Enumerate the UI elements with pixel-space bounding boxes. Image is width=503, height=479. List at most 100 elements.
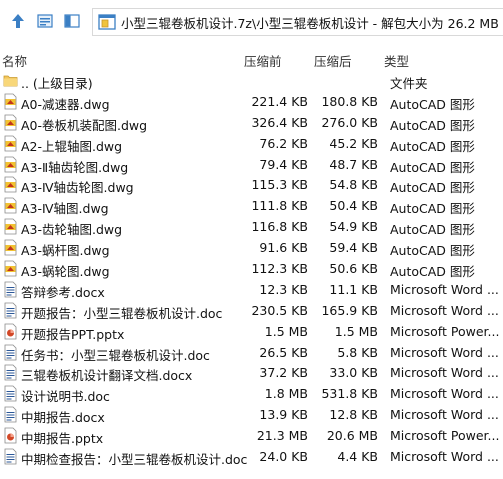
original-size: 5.8 KB: [337, 344, 378, 360]
original-size: 4.4 KB: [337, 449, 378, 465]
compressed-size: 230.5 KB: [251, 302, 308, 318]
file-row[interactable]: 开题报告：小型三辊卷板机设计.doc 230.5 KB 165.9 KB Micros…: [0, 300, 503, 321]
file-row[interactable]: 设计说明书.doc 1.8 MB 531.8 KB Microsoft Word ..…: [0, 383, 503, 404]
compressed-size: 79.4 KB: [259, 156, 308, 172]
address-bar[interactable]: 小型三辊卷板机设计.7z\小型三辊卷板机设计 - 解包大小为 26.2 MB: [92, 8, 503, 36]
file-name: A0-减速器.dwg: [21, 96, 110, 112]
file-type: Microsoft Word ...: [390, 386, 499, 402]
file-row[interactable]: 中期报告.pptx 21.3 MB 20.6 MB Microsoft Power..…: [0, 425, 503, 446]
file-row[interactable]: A2-上辊轴图.dwg 76.2 KB 45.2 KB AutoCAD 图形: [0, 133, 503, 154]
file-row[interactable]: A3-齿轮轴图.dwg 116.8 KB 54.9 KB AutoCAD 图形: [0, 216, 503, 237]
up-arrow-icon: [12, 14, 24, 28]
file-row[interactable]: 中期报告.docx 13.9 KB 12.8 KB Microsoft Word ..…: [0, 404, 503, 425]
file-row[interactable]: A3-Ⅳ轴图.dwg 111.8 KB 50.4 KB AutoCAD 图形: [0, 195, 503, 216]
file-type: Microsoft Power...: [390, 428, 500, 444]
original-size: 50.4 KB: [329, 198, 378, 214]
file-name: 答辩参考.docx: [21, 284, 105, 300]
view-list-icon: [37, 14, 53, 28]
address-path: 小型三辊卷板机设计.7z\小型三辊卷板机设计 - 解包大小为 26.2 MB: [121, 15, 499, 31]
toolbar: 小型三辊卷板机设计.7z\小型三辊卷板机设计 - 解包大小为 26.2 MB: [0, 0, 503, 44]
compressed-size: 111.8 KB: [251, 198, 308, 214]
original-size: 276.0 KB: [321, 114, 378, 130]
column-header: 名称 压缩前 压缩后 类型: [0, 46, 503, 70]
file-row[interactable]: A3-Ⅱ轴齿轮图.dwg 79.4 KB 48.7 KB AutoCAD 图形: [0, 154, 503, 175]
dwg-file-icon: [3, 239, 18, 256]
file-type: AutoCAD 图形: [390, 117, 475, 133]
file-name: 三辊卷板机设计翻译文档.docx: [21, 368, 193, 384]
column-name-header[interactable]: 名称: [2, 51, 27, 70]
file-row[interactable]: A3-蜗杆图.dwg 91.6 KB 59.4 KB AutoCAD 图形: [0, 237, 503, 258]
ppt-file-icon: [3, 427, 18, 444]
dwg-file-icon: [3, 114, 18, 131]
dwg-file-icon: [3, 135, 18, 152]
file-row[interactable]: A3-Ⅳ轴齿轮图.dwg 115.3 KB 54.8 KB AutoCAD 图形: [0, 174, 503, 195]
word-file-icon: [3, 344, 18, 361]
file-row[interactable]: 中期检查报告：小型三辊卷板机设计.doc 24.0 KB 4.4 KB Microso…: [0, 446, 503, 467]
file-type: Microsoft Word ...: [390, 302, 499, 318]
file-name: A3-蜗轮图.dwg: [21, 264, 110, 280]
compressed-size: 26.5 KB: [259, 344, 308, 360]
column-original-header[interactable]: 压缩后: [314, 51, 352, 70]
compressed-size: 1.8 MB: [264, 386, 308, 402]
compressed-size: 115.3 KB: [251, 177, 308, 193]
word-file-icon: [3, 406, 18, 423]
file-row[interactable]: 开题报告PPT.pptx 1.5 MB 1.5 MB Microsoft Power.…: [0, 321, 503, 342]
file-row[interactable]: .. (上级目录) 文件夹: [0, 70, 503, 91]
compressed-size: 13.9 KB: [259, 407, 308, 423]
file-name: 开题报告PPT.pptx: [21, 326, 125, 342]
compressed-size: 112.3 KB: [251, 261, 308, 277]
dwg-file-icon: [3, 156, 18, 173]
file-row[interactable]: 答辩参考.docx 12.3 KB 11.1 KB Microsoft Word ..…: [0, 279, 503, 300]
file-type: 文件夹: [390, 76, 428, 91]
file-row[interactable]: A3-蜗轮图.dwg 112.3 KB 50.6 KB AutoCAD 图形: [0, 258, 503, 279]
file-name: 中期检查报告：小型三辊卷板机设计.doc: [21, 452, 248, 468]
file-name: A3-Ⅱ轴齿轮图.dwg: [21, 159, 129, 175]
dwg-file-icon: [3, 93, 18, 110]
file-name: A3-齿轮轴图.dwg: [21, 222, 123, 238]
file-row[interactable]: A0-卷板机装配图.dwg 326.4 KB 276.0 KB AutoCAD 图形: [0, 112, 503, 133]
word-file-icon: [3, 281, 18, 298]
split-view-icon: [64, 14, 80, 28]
file-row[interactable]: 任务书：小型三辊卷板机设计.doc 26.5 KB 5.8 KB Microsoft …: [0, 342, 503, 363]
view-button[interactable]: [35, 11, 55, 31]
file-type: Microsoft Word ...: [390, 281, 499, 297]
file-type: AutoCAD 图形: [390, 222, 475, 238]
file-row[interactable]: 三辊卷板机设计翻译文档.docx 37.2 KB 33.0 KB Microsoft …: [0, 362, 503, 383]
file-name: .. (上级目录): [21, 76, 93, 91]
file-row[interactable]: A0-减速器.dwg 221.4 KB 180.8 KB AutoCAD 图形: [0, 91, 503, 112]
column-type-header[interactable]: 类型: [384, 51, 409, 70]
file-type: AutoCAD 图形: [390, 243, 475, 259]
file-name: A3-Ⅳ轴齿轮图.dwg: [21, 180, 134, 196]
compressed-size: 21.3 MB: [256, 428, 308, 444]
file-type: AutoCAD 图形: [390, 159, 475, 175]
archive-icon: [97, 12, 117, 32]
original-size: 165.9 KB: [321, 302, 378, 318]
original-size: 1.5 MB: [334, 323, 378, 339]
compressed-size: 91.6 KB: [259, 240, 308, 256]
file-name: 中期报告.pptx: [21, 431, 104, 447]
compressed-size: 326.4 KB: [251, 114, 308, 130]
dwg-file-icon: [3, 197, 18, 214]
original-size: 48.7 KB: [329, 156, 378, 172]
compressed-size: 24.0 KB: [259, 449, 308, 465]
folder-icon: [3, 72, 18, 89]
file-type: AutoCAD 图形: [390, 180, 475, 196]
original-size: 180.8 KB: [321, 93, 378, 109]
original-size: 54.9 KB: [329, 219, 378, 235]
file-type: Microsoft Word ...: [390, 449, 499, 465]
ppt-file-icon: [3, 323, 18, 340]
original-size: 12.8 KB: [329, 407, 378, 423]
compressed-size: 221.4 KB: [251, 93, 308, 109]
word-file-icon: [3, 302, 18, 319]
toggle-tree-button[interactable]: [62, 11, 82, 31]
file-type: AutoCAD 图形: [390, 264, 475, 280]
file-name: A3-蜗杆图.dwg: [21, 243, 110, 259]
word-file-icon: [3, 364, 18, 381]
file-name: 开题报告：小型三辊卷板机设计.doc: [21, 305, 223, 321]
compressed-size: 37.2 KB: [259, 365, 308, 381]
original-size: 20.6 MB: [326, 428, 378, 444]
up-arrow-button[interactable]: [8, 11, 28, 31]
original-size: 54.8 KB: [329, 177, 378, 193]
column-compressed-header[interactable]: 压缩前: [244, 51, 282, 70]
file-name: 设计说明书.doc: [21, 389, 110, 405]
